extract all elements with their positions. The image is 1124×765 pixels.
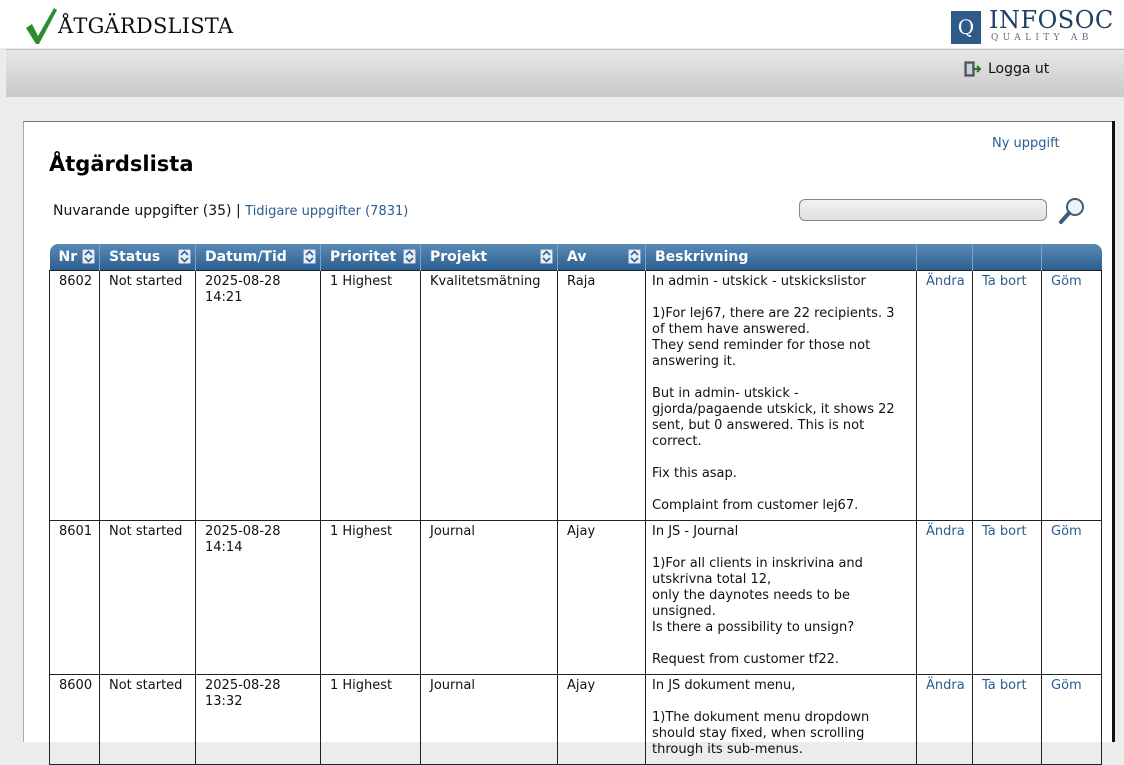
task-author: Ajay (557, 520, 646, 675)
column-header-by[interactable]: Av (557, 244, 646, 271)
table-row: 8600 Not started 2025-08-28 13:32 1 Highe… (49, 674, 1102, 765)
checkmark-icon (26, 8, 57, 44)
edit-link[interactable]: Ändra (916, 270, 973, 521)
description-paragraph: Request from customer tf22. (652, 652, 840, 667)
column-header-edit (916, 244, 973, 271)
task-priority: 1 Highest (320, 270, 421, 521)
description-paragraph: In admin - utskick - utskickslistor (652, 274, 866, 289)
task-author: Raja (557, 270, 646, 521)
logout-icon (964, 61, 982, 77)
task-nr: 8601 (49, 520, 100, 675)
task-status: Not started (99, 674, 196, 765)
column-header-priority[interactable]: Prioritet (320, 244, 421, 271)
filter-separator: | (235, 203, 241, 219)
task-time: 14:14 (205, 540, 243, 555)
description-paragraph: In JS - Journal (652, 524, 739, 539)
logout-button[interactable]: Logga ut (964, 61, 1049, 77)
table-row: 8601 Not started 2025-08-28 14:14 1 Highe… (49, 520, 1102, 675)
logo-mark: Q (951, 11, 981, 44)
toolbar: Logga ut (6, 49, 1124, 97)
task-author: Ajay (557, 674, 646, 765)
description-paragraph: In JS dokument menu, (652, 678, 796, 693)
task-status: Not started (99, 520, 196, 675)
sort-icon[interactable] (403, 249, 416, 264)
task-status: Not started (99, 270, 196, 521)
new-task-link[interactable]: Ny uppgift (992, 136, 1060, 151)
task-date: 2025-08-28 (205, 524, 281, 539)
task-filter: Nuvarande uppgifter (35) | Tidigare uppg… (53, 203, 408, 219)
main-panel: Ny uppgift Åtgärdslista Nuvarande uppgif… (23, 121, 1112, 765)
logo-subtitle: QUALITY AB (991, 33, 1093, 43)
hide-link[interactable]: Göm (1041, 520, 1102, 675)
task-project: Journal (420, 520, 558, 675)
sort-icon[interactable] (628, 249, 641, 264)
column-header-delete (972, 244, 1042, 271)
task-table: Nr Status Datum/Tid Prioritet Projekt Av… (49, 244, 1102, 765)
delete-link[interactable]: Ta bort (972, 270, 1042, 521)
hide-link[interactable]: Göm (1041, 674, 1102, 765)
edit-link[interactable]: Ändra (916, 520, 973, 675)
task-description: In admin - utskick - utskickslistor 1)Fo… (645, 270, 917, 521)
column-header-nr[interactable]: Nr (49, 244, 100, 271)
app-brand: ÅTGÄRDSLISTA (24, 6, 233, 46)
column-header-date[interactable]: Datum/Tid (195, 244, 321, 271)
search-input[interactable] (799, 199, 1047, 221)
page-title: Åtgärdslista (49, 152, 194, 176)
sort-icon[interactable] (178, 249, 191, 264)
infosoc-logo: Q INFOSOC QUALITY AB (951, 6, 1121, 46)
task-priority: 1 Highest (320, 674, 421, 765)
sort-icon[interactable] (82, 249, 95, 264)
task-datetime: 2025-08-28 14:21 (195, 270, 321, 521)
description-paragraph: But in admin- utskick - gjorda/pagaende … (652, 386, 895, 449)
description-paragraph: 1)For all clients in inskrivina and utsk… (652, 556, 863, 635)
current-tasks-label: Nuvarande uppgifter (35) (53, 203, 232, 219)
description-paragraph: Complaint from customer lej67. (652, 498, 859, 513)
description-paragraph: 1)For lej67, there are 22 recipients. 3 … (652, 306, 895, 369)
task-datetime: 2025-08-28 13:32 (195, 674, 321, 765)
app-title: ÅTGÄRDSLISTA (58, 14, 234, 38)
sort-icon[interactable] (540, 249, 553, 264)
hide-link[interactable]: Göm (1041, 270, 1102, 521)
task-date: 2025-08-28 (205, 678, 281, 693)
column-header-project[interactable]: Projekt (420, 244, 558, 271)
description-paragraph: Fix this asap. (652, 466, 737, 481)
task-project: Journal (420, 674, 558, 765)
task-priority: 1 Highest (320, 520, 421, 675)
column-header-hide (1041, 244, 1102, 271)
task-time: 14:21 (205, 290, 243, 305)
description-paragraph: 1)The dokument menu dropdown should stay… (652, 710, 870, 757)
column-header-description: Beskrivning (645, 244, 917, 271)
search-icon[interactable] (1057, 196, 1087, 226)
task-date: 2025-08-28 (205, 274, 281, 289)
logout-label: Logga ut (988, 61, 1050, 77)
table-row: 8602 Not started 2025-08-28 14:21 1 Highe… (49, 270, 1102, 521)
task-time: 13:32 (205, 694, 243, 709)
column-header-status[interactable]: Status (99, 244, 196, 271)
delete-link[interactable]: Ta bort (972, 674, 1042, 765)
task-datetime: 2025-08-28 14:14 (195, 520, 321, 675)
sort-icon[interactable] (303, 249, 316, 264)
previous-tasks-link[interactable]: Tidigare uppgifter (7831) (245, 204, 408, 219)
task-description: In JS - Journal 1)For all clients in ins… (645, 520, 917, 675)
logo-name: INFOSOC (989, 6, 1114, 34)
table-header-row: Nr Status Datum/Tid Prioritet Projekt Av… (49, 244, 1102, 271)
task-nr: 8600 (49, 674, 100, 765)
top-header: ÅTGÄRDSLISTA Q INFOSOC QUALITY AB (0, 0, 1124, 48)
task-description: In JS dokument menu, 1)The dokument menu… (645, 674, 917, 765)
task-project: Kvalitetsmätning (420, 270, 558, 521)
task-nr: 8602 (49, 270, 100, 521)
delete-link[interactable]: Ta bort (972, 520, 1042, 675)
edit-link[interactable]: Ändra (916, 674, 973, 765)
